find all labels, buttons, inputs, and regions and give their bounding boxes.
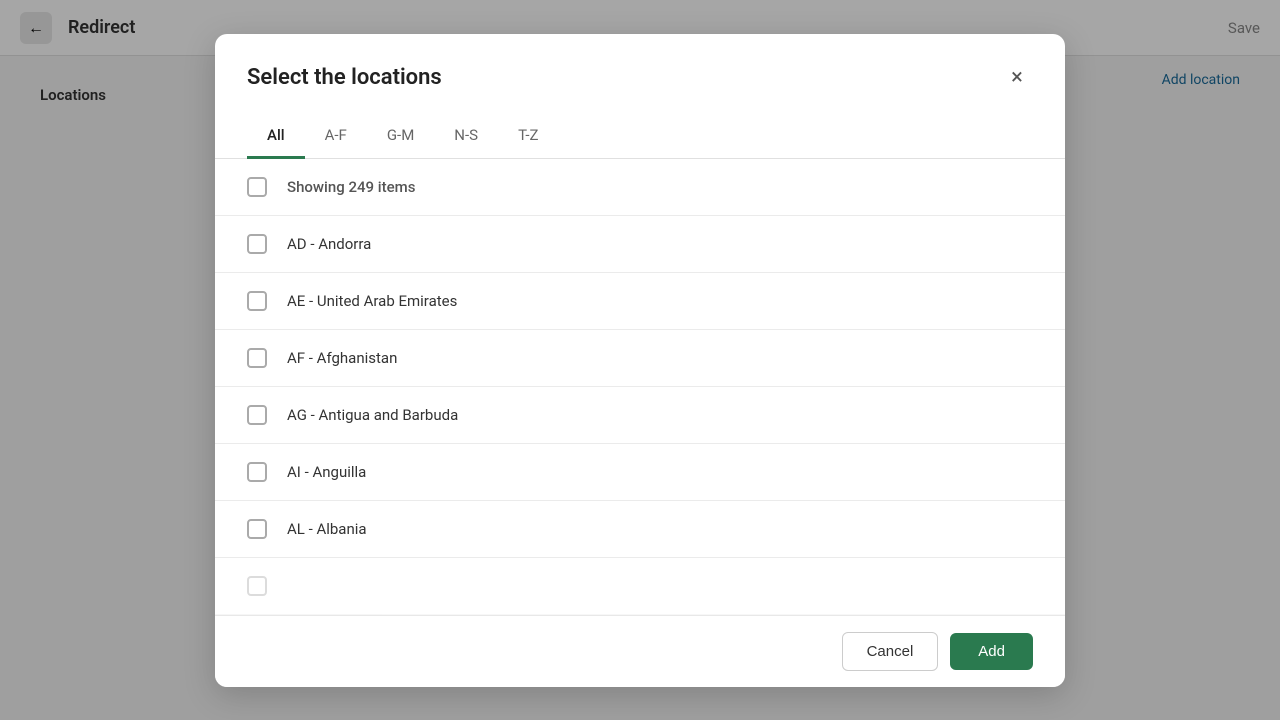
list-item[interactable]: AL - Albania <box>215 501 1065 558</box>
tab-all[interactable]: All <box>247 114 305 159</box>
item-label-ae: AE - United Arab Emirates <box>287 292 457 310</box>
list-item[interactable]: AF - Afghanistan <box>215 330 1065 387</box>
modal-tabs: All A-F G-M N-S T-Z <box>215 114 1065 159</box>
modal-footer: Cancel Add <box>215 615 1065 687</box>
item-label-al: AL - Albania <box>287 520 367 538</box>
location-select-modal: Select the locations × All A-F G-M N-S T… <box>215 34 1065 687</box>
modal-header: Select the locations × <box>215 34 1065 114</box>
tab-g-m[interactable]: G-M <box>367 114 434 159</box>
item-label-af: AF - Afghanistan <box>287 349 397 367</box>
list-item[interactable]: AI - Anguilla <box>215 444 1065 501</box>
item-label-ad: AD - Andorra <box>287 235 371 253</box>
checkbox-ae[interactable] <box>247 291 267 311</box>
checkbox-ad[interactable] <box>247 234 267 254</box>
list-item[interactable]: AD - Andorra <box>215 216 1065 273</box>
list-item[interactable]: AE - United Arab Emirates <box>215 273 1065 330</box>
tab-a-f[interactable]: A-F <box>305 114 367 159</box>
tab-t-z[interactable]: T-Z <box>498 114 558 159</box>
select-all-checkbox[interactable] <box>247 177 267 197</box>
checkbox-am[interactable] <box>247 576 267 596</box>
modal-close-button[interactable]: × <box>1001 62 1033 94</box>
checkbox-ag[interactable] <box>247 405 267 425</box>
checkbox-ai[interactable] <box>247 462 267 482</box>
list-item[interactable]: AG - Antigua and Barbuda <box>215 387 1065 444</box>
tab-n-s[interactable]: N-S <box>434 114 498 159</box>
modal-overlay: Select the locations × All A-F G-M N-S T… <box>0 0 1280 720</box>
checkbox-af[interactable] <box>247 348 267 368</box>
checkbox-al[interactable] <box>247 519 267 539</box>
list-count: Showing 249 items <box>287 178 415 196</box>
item-label-ai: AI - Anguilla <box>287 463 366 481</box>
modal-title: Select the locations <box>247 65 442 90</box>
item-label-ag: AG - Antigua and Barbuda <box>287 406 458 424</box>
list-item[interactable] <box>215 558 1065 615</box>
cancel-button[interactable]: Cancel <box>842 632 939 671</box>
list-header-row[interactable]: Showing 249 items <box>215 159 1065 216</box>
location-list-container[interactable]: Showing 249 items AD - Andorra AE - Unit… <box>215 159 1065 615</box>
close-icon: × <box>1011 65 1023 90</box>
add-button[interactable]: Add <box>950 633 1033 670</box>
